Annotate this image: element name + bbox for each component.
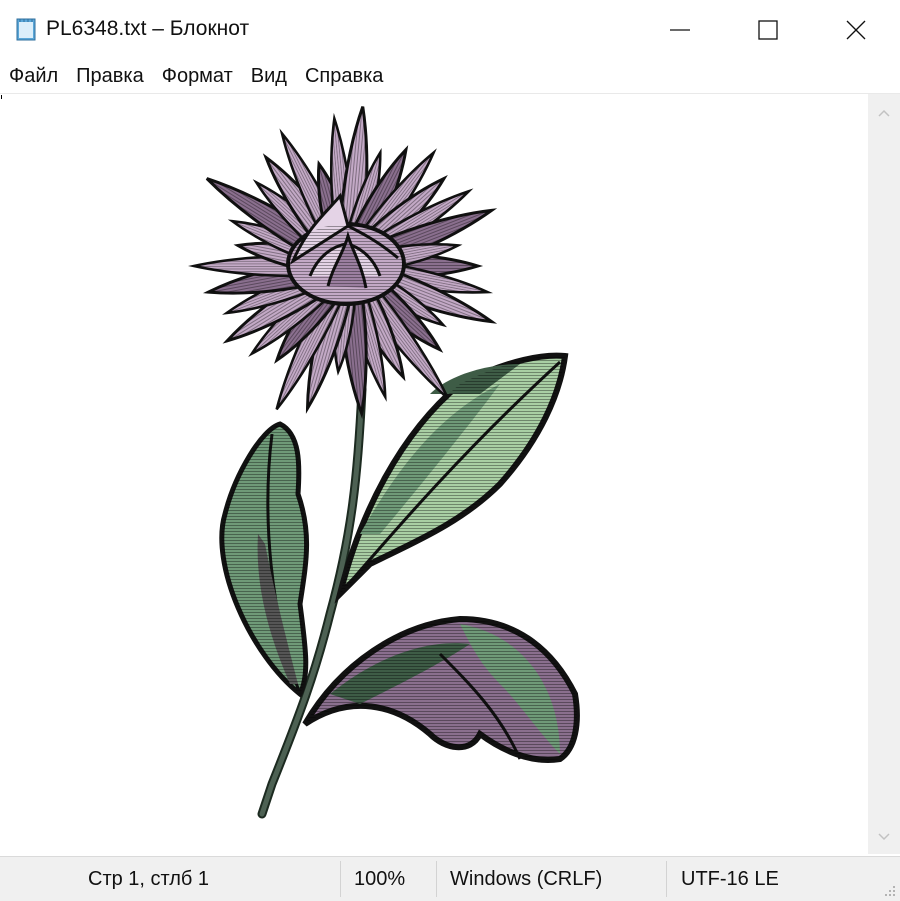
menu-file[interactable]: Файл bbox=[0, 60, 67, 92]
close-icon bbox=[846, 20, 866, 40]
line-endings: Windows (CRLF) bbox=[450, 868, 603, 890]
window-title: PL6348.txt – Блокнот bbox=[46, 17, 250, 40]
maximize-icon bbox=[758, 20, 778, 40]
maximize-button[interactable] bbox=[728, 0, 808, 58]
leaf-left bbox=[219, 421, 310, 698]
flower-head bbox=[188, 106, 498, 420]
leaf-upper-right bbox=[334, 352, 569, 604]
title-bar[interactable]: PL6348.txt – Блокнот bbox=[0, 0, 900, 58]
status-bar: Стр 1, стлб 1 100% Windows (CRLF) UTF-16… bbox=[0, 856, 900, 901]
cursor-position: Стр 1, стлб 1 bbox=[88, 868, 210, 890]
notepad-icon bbox=[14, 17, 38, 41]
close-button[interactable] bbox=[816, 0, 896, 58]
status-separator bbox=[340, 861, 341, 897]
text-caret bbox=[1, 95, 2, 99]
menu-view[interactable]: Вид bbox=[242, 60, 296, 92]
encoding: UTF-16 LE bbox=[681, 868, 779, 890]
minimize-button[interactable] bbox=[640, 0, 720, 58]
status-separator bbox=[666, 861, 667, 897]
menu-bar: Файл Правка Формат Вид Справка bbox=[0, 60, 900, 92]
menu-format[interactable]: Формат bbox=[153, 60, 242, 92]
scroll-up-icon[interactable] bbox=[876, 106, 892, 122]
resize-grip-icon[interactable] bbox=[884, 885, 896, 897]
flower-art bbox=[188, 106, 580, 819]
text-editor[interactable] bbox=[0, 94, 868, 854]
status-separator bbox=[436, 861, 437, 897]
zoom-level: 100% bbox=[354, 868, 406, 890]
scroll-down-icon[interactable] bbox=[876, 828, 892, 844]
menu-help[interactable]: Справка bbox=[296, 60, 392, 92]
menu-edit[interactable]: Правка bbox=[67, 60, 153, 92]
minimize-icon bbox=[670, 29, 690, 31]
notepad-window: PL6348.txt – Блокнот Файл Правка Формат … bbox=[0, 0, 900, 901]
vertical-scrollbar[interactable] bbox=[868, 94, 900, 854]
leaf-lower-right bbox=[302, 615, 580, 763]
